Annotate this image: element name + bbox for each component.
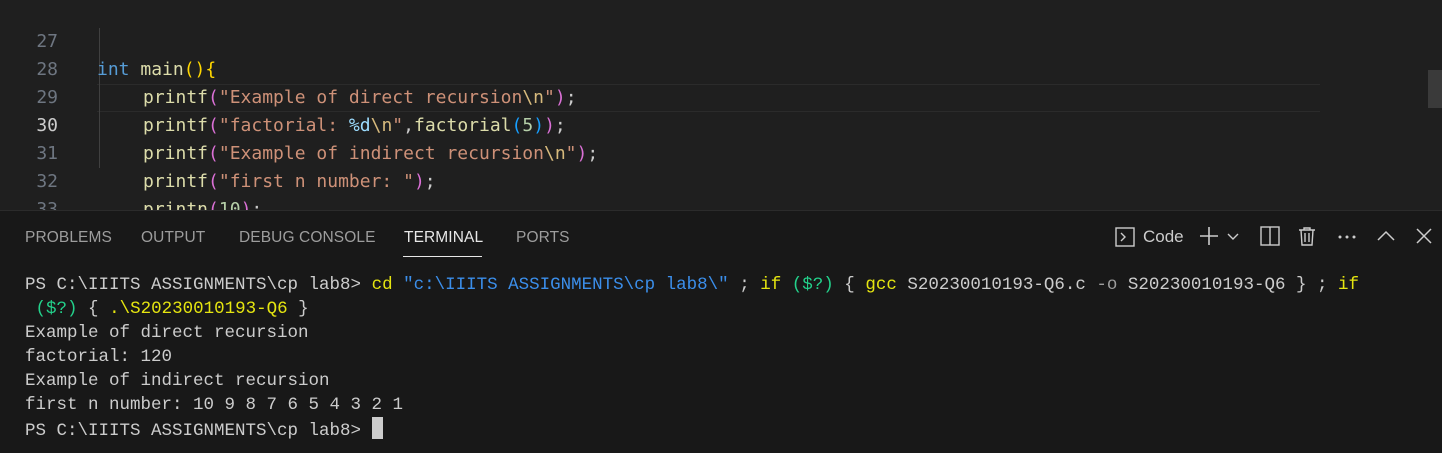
terminal-shell-selector[interactable]: Code xyxy=(1114,225,1184,249)
output-line: Example of direct recursion xyxy=(25,323,309,343)
close-panel-button[interactable] xyxy=(1413,225,1435,249)
tab-problems[interactable]: PROBLEMS xyxy=(25,229,112,247)
close-icon xyxy=(1416,228,1432,244)
tab-debug-console[interactable]: DEBUG CONSOLE xyxy=(239,229,376,247)
brace: { xyxy=(844,275,855,295)
condition: ($?) xyxy=(791,275,834,295)
output-line: factorial: 120 xyxy=(25,347,173,367)
split-icon xyxy=(1260,226,1280,246)
terminal-cursor xyxy=(371,417,383,439)
terminal-line: PS C:\IIITS ASSIGNMENTS\cp lab8> cd "c:\… xyxy=(25,275,1359,295)
more-actions-button[interactable] xyxy=(1336,225,1358,249)
command-arg: S20230010193-Q6.c xyxy=(907,275,1086,295)
chevron-down-icon xyxy=(1227,233,1239,240)
command: gcc xyxy=(865,275,897,295)
command-arg: S20230010193-Q6 xyxy=(1127,275,1286,295)
terminal-line: ($?) { .\S20230010193-Q6 } xyxy=(36,299,309,319)
shell-label: Code xyxy=(1143,227,1184,246)
brace: } xyxy=(1295,275,1307,295)
code-line-active[interactable]: 30 printf("Example of indirect recursion… xyxy=(0,84,1442,164)
terminal-output[interactable]: PS C:\IIITS ASSIGNMENTS\cp lab8> cd "c:\… xyxy=(25,273,1359,443)
keyword: if xyxy=(760,275,782,295)
separator: ; xyxy=(739,275,750,295)
new-terminal-button[interactable] xyxy=(1198,225,1220,249)
chevron-up-icon xyxy=(1377,230,1395,241)
maximize-panel-button[interactable] xyxy=(1375,225,1397,249)
code-line[interactable]: 28 printf("Example of direct recursion\n… xyxy=(0,28,1442,108)
terminal-icon xyxy=(1115,227,1135,247)
command-arg: "c:\IIITS ASSIGNMENTS\cp lab8\" xyxy=(403,275,729,295)
brace: { xyxy=(88,299,99,319)
command: cd xyxy=(371,275,393,295)
condition: ($?) xyxy=(35,299,78,319)
separator: ; xyxy=(1317,275,1328,295)
code-line[interactable]: 27 int main(){ xyxy=(0,0,1442,80)
output-line: first n number: 10 9 8 7 6 5 4 3 2 1 xyxy=(25,395,404,415)
plus-icon xyxy=(1200,227,1218,245)
tab-output[interactable]: OUTPUT xyxy=(141,229,205,247)
code-editor[interactable]: 27 int main(){ 28 printf("Example of dir… xyxy=(0,0,1442,248)
panel-tab-bar: PROBLEMS OUTPUT DEBUG CONSOLE TERMINAL P… xyxy=(0,211,1442,263)
command: .\S20230010193-Q6 xyxy=(109,299,288,319)
kill-terminal-button[interactable] xyxy=(1296,225,1318,249)
code-line[interactable]: 33 } xyxy=(0,168,1442,248)
command-flag: -o xyxy=(1096,275,1118,295)
output-line: Example of indirect recursion xyxy=(25,371,330,391)
keyword: if xyxy=(1338,275,1360,295)
split-terminal-button[interactable] xyxy=(1259,225,1281,249)
code-line[interactable]: 29 printf("factorial: %d\n",factorial(5)… xyxy=(0,56,1442,136)
code-line[interactable]: 32 printn(10); xyxy=(0,140,1442,220)
ellipsis-icon xyxy=(1338,235,1356,239)
trash-icon xyxy=(1299,227,1315,246)
active-tab-indicator xyxy=(403,256,482,257)
tab-ports[interactable]: PORTS xyxy=(516,229,570,247)
prompt: PS C:\IIITS ASSIGNMENTS\cp lab8> xyxy=(25,275,362,295)
code-line[interactable]: 31 printf("first n number: "); xyxy=(0,112,1442,192)
final-prompt: PS C:\IIITS ASSIGNMENTS\cp lab8> xyxy=(25,421,362,441)
editor-scrollbar[interactable] xyxy=(1428,70,1442,108)
brace: } xyxy=(298,299,309,319)
tab-terminal[interactable]: TERMINAL xyxy=(404,229,483,247)
bottom-panel: PROBLEMS OUTPUT DEBUG CONSOLE TERMINAL P… xyxy=(0,210,1442,453)
terminal-dropdown-button[interactable] xyxy=(1226,225,1240,249)
